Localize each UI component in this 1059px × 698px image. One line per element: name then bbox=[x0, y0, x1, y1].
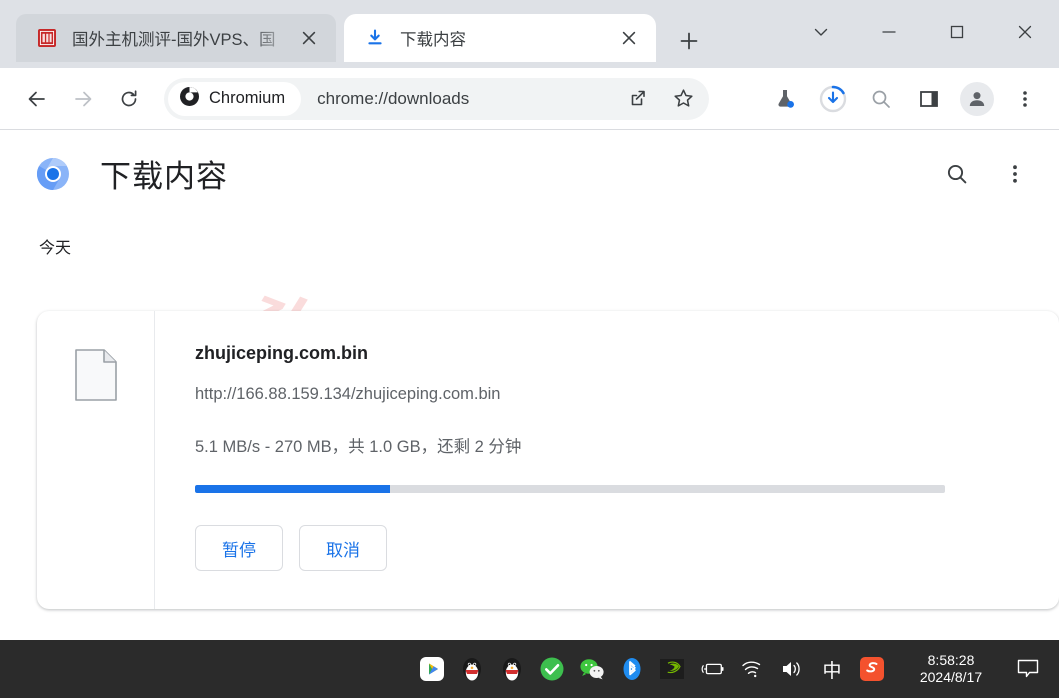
reload-button[interactable] bbox=[106, 76, 152, 122]
section-header-today: 今天 bbox=[39, 234, 1059, 258]
ime-chinese-icon[interactable]: 中 bbox=[819, 656, 845, 682]
downloads-page: 下载内容 今天 zhujiceping.com bbox=[0, 131, 1059, 698]
system-tray: 中 bbox=[419, 656, 885, 682]
window-controls bbox=[787, 0, 1059, 64]
download-source-url[interactable]: http://166.88.159.134/zhujiceping.com.bi… bbox=[195, 385, 1059, 404]
tab-title-downloads: 下载内容 bbox=[400, 26, 616, 50]
tab-close-icon-active[interactable] bbox=[616, 25, 642, 51]
profile-avatar-icon[interactable] bbox=[953, 75, 1001, 123]
bluetooth-icon[interactable] bbox=[619, 656, 645, 682]
tab-search-button[interactable] bbox=[787, 0, 855, 64]
pause-button[interactable]: 暂停 bbox=[195, 525, 283, 571]
back-button[interactable] bbox=[14, 76, 60, 122]
new-tab-button[interactable] bbox=[670, 24, 708, 58]
battery-icon[interactable] bbox=[699, 656, 725, 682]
chromium-logo-icon bbox=[179, 86, 200, 112]
tab-strip: 国外主机测评-国外VPS、国 下载内容 bbox=[0, 0, 1059, 68]
address-bar[interactable]: Chromium chrome://downloads bbox=[164, 78, 709, 120]
address-bar-url[interactable]: chrome://downloads bbox=[317, 89, 469, 109]
tab-title-hostreview: 国外主机测评-国外VPS、国 bbox=[72, 26, 296, 50]
windows-taskbar: 中 8:58:28 2024/8/17 bbox=[0, 640, 1059, 698]
page-search-icon[interactable] bbox=[937, 154, 977, 194]
share-icon[interactable] bbox=[615, 78, 659, 120]
qq-icon[interactable] bbox=[459, 656, 485, 682]
volume-icon[interactable] bbox=[779, 656, 805, 682]
page-title: 下载内容 bbox=[100, 151, 228, 196]
wechat-icon[interactable] bbox=[579, 656, 605, 682]
page-header-actions bbox=[937, 154, 1059, 194]
omnibox-actions bbox=[601, 78, 705, 120]
download-file-name[interactable]: zhujiceping.com.bin bbox=[195, 343, 1059, 364]
flask-icon[interactable] bbox=[761, 75, 809, 123]
side-panel-icon[interactable] bbox=[905, 75, 953, 123]
download-progress-fill bbox=[195, 485, 390, 493]
media-player-icon[interactable] bbox=[419, 656, 445, 682]
antivirus-check-icon[interactable] bbox=[539, 656, 565, 682]
download-status-text: 5.1 MB/s - 270 MB，共 1.0 GB，还剩 2 分钟 bbox=[195, 433, 1059, 457]
chromium-chip-label: Chromium bbox=[209, 89, 285, 108]
page-more-menu-icon[interactable] bbox=[995, 154, 1035, 194]
star-icon[interactable] bbox=[661, 78, 705, 120]
search-icon[interactable] bbox=[857, 75, 905, 123]
forward-button bbox=[60, 76, 106, 122]
download-progress-bar bbox=[195, 485, 945, 493]
download-blue-icon bbox=[364, 27, 386, 49]
browser-window: 国外主机测评-国外VPS、国 下载内容 bbox=[0, 0, 1059, 698]
download-actions: 暂停 取消 bbox=[195, 525, 1059, 571]
taskbar-clock[interactable]: 8:58:28 2024/8/17 bbox=[909, 652, 993, 686]
three-dot-menu-icon[interactable] bbox=[1001, 75, 1049, 123]
generic-file-icon bbox=[75, 349, 117, 406]
tab-close-icon[interactable] bbox=[296, 25, 322, 51]
maximize-button[interactable] bbox=[923, 0, 991, 64]
clock-time: 8:58:28 bbox=[909, 652, 993, 669]
close-button[interactable] bbox=[991, 0, 1059, 64]
wifi-icon[interactable] bbox=[739, 656, 765, 682]
browser-toolbar: Chromium chrome://downloads bbox=[0, 68, 1059, 130]
toolbar-right-actions bbox=[747, 75, 1059, 123]
download-file-icon-column bbox=[37, 311, 155, 609]
chromium-logo bbox=[36, 157, 70, 191]
downloads-page-header: 下载内容 bbox=[0, 131, 1059, 216]
sogou-icon[interactable] bbox=[859, 656, 885, 682]
clock-date: 2024/8/17 bbox=[909, 669, 993, 686]
minimize-button[interactable] bbox=[855, 0, 923, 64]
notification-bubble-icon[interactable] bbox=[1015, 656, 1041, 682]
download-progress-icon[interactable] bbox=[809, 75, 857, 123]
chromium-chip[interactable]: Chromium bbox=[168, 82, 301, 116]
nvidia-icon[interactable] bbox=[659, 656, 685, 682]
download-item-card: zhujiceping.com.bin http://166.88.159.13… bbox=[37, 311, 1059, 609]
qq-second-icon[interactable] bbox=[499, 656, 525, 682]
tab-inactive-hostreview[interactable]: 国外主机测评-国外VPS、国 bbox=[16, 14, 336, 62]
tab-active-downloads[interactable]: 下载内容 bbox=[344, 14, 656, 62]
avatar bbox=[960, 82, 994, 116]
cancel-button[interactable]: 取消 bbox=[299, 525, 387, 571]
seal-red-icon bbox=[36, 27, 58, 49]
download-details: zhujiceping.com.bin http://166.88.159.13… bbox=[155, 311, 1059, 609]
